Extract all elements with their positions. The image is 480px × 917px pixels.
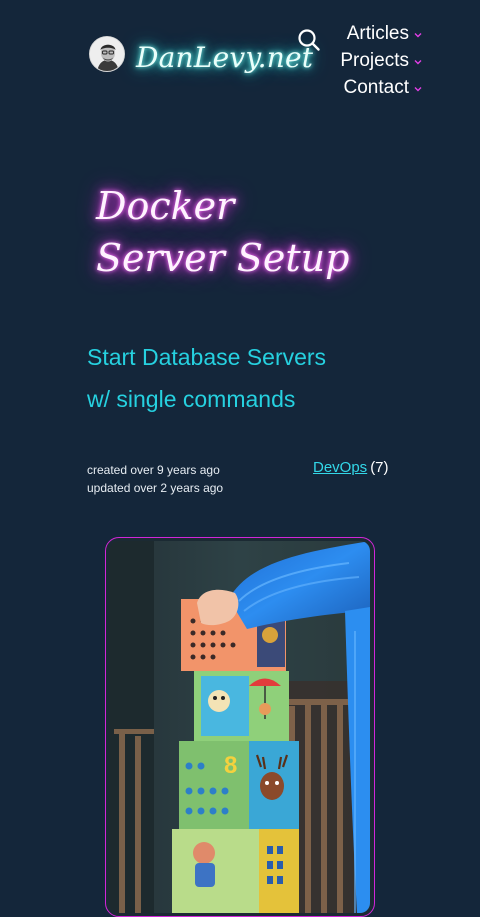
article-subtitle-line: w/ single commands (87, 386, 296, 412)
site-brand-link[interactable]: DanLevy.net (136, 38, 313, 78)
avatar-portrait (90, 37, 124, 71)
nav-item-projects[interactable]: Projects (312, 47, 422, 74)
main-nav: Articles Projects Contact (312, 20, 422, 101)
chevron-down-icon (414, 32, 422, 37)
avatar[interactable] (89, 36, 125, 72)
tag-link-devops[interactable]: DevOps (313, 459, 367, 476)
nav-item-articles[interactable]: Articles (312, 20, 422, 47)
article-subtitle: Start Database Servers w/ single command… (87, 336, 407, 420)
tag-count: (7) (370, 459, 389, 476)
cover-image: 8 (105, 537, 375, 917)
article-title: Docker Server Setup (96, 180, 396, 284)
chevron-down-icon (414, 86, 422, 91)
svg-text:8: 8 (224, 752, 237, 779)
nav-item-label: Articles (346, 22, 409, 44)
nav-item-contact[interactable]: Contact (312, 74, 422, 101)
chevron-down-icon (414, 59, 422, 64)
site-header: DanLevy.net Articles Projects Contact (0, 0, 480, 110)
cover-photo-blocks: 8 (109, 541, 370, 913)
category-tag: DevOps (7) (313, 458, 389, 478)
article-title-line: Server Setup (96, 236, 350, 280)
updated-date: updated over 2 years ago (87, 481, 224, 495)
article-dates: created over 9 years ago updated over 2 … (87, 461, 223, 497)
article-subtitle-line: Start Database Servers (87, 344, 327, 370)
created-date: created over 9 years ago (87, 463, 220, 477)
nav-item-label: Projects (340, 49, 409, 71)
nav-item-label: Contact (343, 76, 409, 98)
article-title-line: Docker (96, 184, 235, 228)
